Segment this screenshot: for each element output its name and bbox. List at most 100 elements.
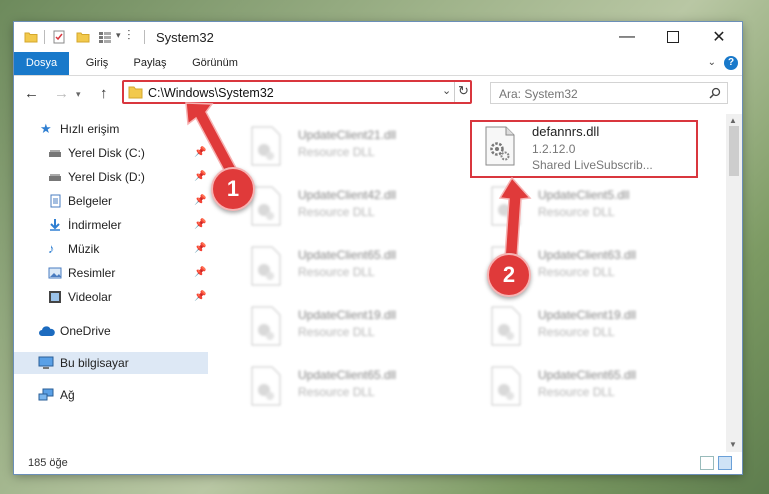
drive-icon <box>49 150 61 157</box>
maximize-icon <box>667 31 679 43</box>
file-tile[interactable]: UpdateClient19.dll Resource DLL <box>230 300 460 356</box>
file-type: Resource DLL <box>298 265 375 279</box>
tab-home[interactable]: Giriş <box>76 52 118 75</box>
dll-file-icon <box>491 306 521 346</box>
sidebar-item-disk-c[interactable]: Yerel Disk (C:) 📌 <box>14 142 208 164</box>
title-bar: ▾ ⫶ System32 — ✕ <box>14 22 742 52</box>
maximize-button[interactable] <box>650 22 696 52</box>
recent-locations-chevron-icon[interactable]: ▾ <box>76 89 81 100</box>
address-dropdown-icon[interactable]: ⌄ <box>442 84 451 97</box>
dll-file-icon <box>251 186 281 226</box>
file-tile[interactable]: UpdateClient42.dll Resource DLL <box>230 180 460 236</box>
pin-icon[interactable]: 📌 <box>194 214 206 236</box>
callout-badge-2: 2 <box>487 253 531 297</box>
sidebar-item-pictures[interactable]: Resimler 📌 <box>14 262 208 284</box>
download-icon <box>50 219 60 231</box>
file-type: Resource DLL <box>538 265 615 279</box>
help-icon[interactable]: ? <box>724 56 738 70</box>
file-type: Resource DLL <box>538 325 615 339</box>
file-tile[interactable]: UpdateClient65.dll Resource DLL <box>470 360 700 416</box>
tiles-view-icon[interactable] <box>718 456 732 470</box>
back-arrow-icon[interactable]: ← <box>24 85 39 102</box>
file-tile[interactable]: UpdateClient5.dll Resource DLL <box>470 180 700 236</box>
scroll-thumb[interactable] <box>729 126 739 176</box>
navigation-pane: ★ Hızlı erişim Yerel Disk (C:) 📌 Yerel D… <box>14 114 208 454</box>
computer-icon <box>38 356 54 369</box>
view-options-icon[interactable] <box>98 30 112 44</box>
sidebar-item-label: OneDrive <box>60 324 111 338</box>
address-path: C:\Windows\System32 <box>148 86 274 100</box>
pin-icon[interactable]: 📌 <box>194 166 206 188</box>
file-type: Resource DLL <box>298 145 375 159</box>
explorer-window: ▾ ⫶ System32 — ✕ Dosya Giriş Paylaş Görü… <box>14 22 742 474</box>
sidebar-item-label: Yerel Disk (C:) <box>68 146 145 160</box>
file-type: Resource DLL <box>538 385 615 399</box>
minimize-button[interactable]: — <box>604 22 650 52</box>
window-title: System32 <box>156 30 214 45</box>
file-tile[interactable]: UpdateClient65.dll Resource DLL <box>230 240 460 296</box>
sidebar-item-label: Müzik <box>68 242 100 256</box>
sidebar-item-documents[interactable]: Belgeler 📌 <box>14 190 208 212</box>
sidebar-item-quick-access[interactable]: ★ Hızlı erişim <box>14 118 208 140</box>
expand-ribbon-icon[interactable]: ⌄ <box>708 57 716 68</box>
target-file-highlight <box>470 120 698 178</box>
video-icon <box>49 291 61 303</box>
file-tile[interactable]: UpdateClient19.dll Resource DLL <box>470 300 700 356</box>
pin-icon[interactable]: 📌 <box>194 190 206 212</box>
scroll-down-icon[interactable]: ▼ <box>729 440 737 449</box>
scroll-up-icon[interactable]: ▲ <box>729 116 737 125</box>
properties-icon[interactable] <box>52 30 66 44</box>
file-name: UpdateClient65.dll <box>298 368 397 382</box>
folder-icon[interactable] <box>24 30 38 44</box>
minimize-icon: — <box>619 28 635 45</box>
sidebar-item-videos[interactable]: Videolar 📌 <box>14 286 208 308</box>
drive-icon <box>49 174 61 181</box>
tab-share[interactable]: Paylaş <box>126 52 174 75</box>
search-input[interactable] <box>497 85 701 103</box>
separator <box>454 82 455 102</box>
dll-file-icon <box>251 246 281 286</box>
sidebar-item-label: İndirmeler <box>68 218 122 232</box>
pin-icon[interactable]: 📌 <box>194 262 206 284</box>
sidebar-item-onedrive[interactable]: OneDrive <box>14 320 208 342</box>
up-arrow-icon[interactable]: ↑ <box>100 85 108 102</box>
customize-toolbar-chevron-icon[interactable]: ▾ <box>116 30 121 41</box>
address-bar[interactable]: C:\Windows\System32 ⌄ ↻ <box>122 80 472 104</box>
file-tile[interactable]: UpdateClient65.dll Resource DLL <box>230 360 460 416</box>
search-box[interactable] <box>490 82 728 104</box>
pin-icon[interactable]: 📌 <box>194 142 206 164</box>
sidebar-item-disk-d[interactable]: Yerel Disk (D:) 📌 <box>14 166 208 188</box>
network-icon <box>38 388 54 401</box>
pin-icon[interactable]: 📌 <box>194 238 206 260</box>
refresh-icon[interactable]: ↻ <box>458 83 469 99</box>
pin-icon[interactable]: 📌 <box>194 286 206 308</box>
item-count: 185 öğe <box>28 457 68 469</box>
forward-arrow-icon[interactable]: → <box>54 85 69 102</box>
file-name: UpdateClient19.dll <box>538 308 637 322</box>
sidebar-item-downloads[interactable]: İndirmeler 📌 <box>14 214 208 236</box>
close-button[interactable]: ✕ <box>696 22 742 52</box>
details-view-icon[interactable] <box>700 456 714 470</box>
new-folder-icon[interactable] <box>76 30 90 44</box>
file-list: UpdateClient21.dll Resource DLL UpdateCl… <box>214 114 726 454</box>
sidebar-item-this-pc[interactable]: Bu bilgisayar <box>14 352 208 374</box>
customize-toolbar-icon[interactable]: ⫶ <box>127 27 131 44</box>
sidebar-item-label: Resimler <box>68 266 116 280</box>
file-type: Resource DLL <box>538 205 615 219</box>
documents-icon <box>50 194 61 208</box>
callout-badge-1: 1 <box>211 167 255 211</box>
sidebar-item-label: Videolar <box>68 290 112 304</box>
file-name: UpdateClient19.dll <box>298 308 397 322</box>
dll-file-icon <box>251 126 281 166</box>
search-icon[interactable] <box>709 87 721 99</box>
sidebar-item-music[interactable]: ♪ Müzik 📌 <box>14 238 208 260</box>
sidebar-item-label: Yerel Disk (D:) <box>68 170 145 184</box>
sidebar-item-network[interactable]: Ağ <box>14 384 208 406</box>
vertical-scrollbar[interactable]: ▲ ▼ <box>726 114 742 454</box>
ribbon-tabs: Dosya Giriş Paylaş Görünüm ⌄ ? <box>14 52 742 76</box>
navigation-bar: ← → ▾ ↑ C:\Windows\System32 ⌄ ↻ <box>14 76 742 112</box>
file-tile[interactable]: UpdateClient21.dll Resource DLL <box>230 120 460 176</box>
tab-file[interactable]: Dosya <box>14 52 69 75</box>
tab-view[interactable]: Görünüm <box>184 52 246 75</box>
file-name: UpdateClient63.dll <box>538 248 637 262</box>
